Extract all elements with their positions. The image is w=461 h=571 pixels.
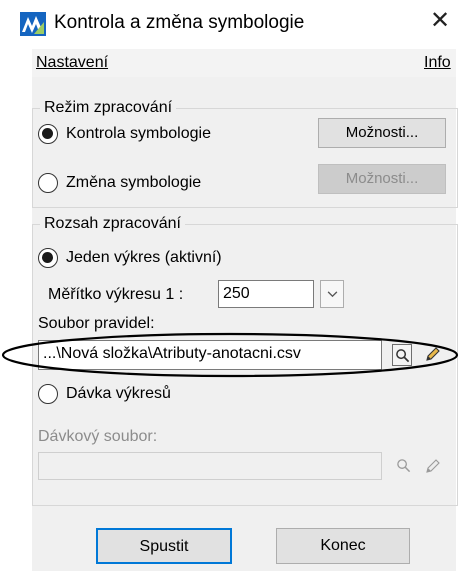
- radio-selected-dot: [42, 252, 53, 263]
- pencil-icon[interactable]: [424, 345, 442, 363]
- drawing-scale-label: Měřítko výkresu 1 :: [48, 286, 184, 303]
- radio-change-symbology-label: Změna symbologie: [66, 174, 202, 191]
- window-title: Kontrola a změna symbologie: [54, 12, 305, 33]
- batch-file-label: Dávkový soubor:: [38, 428, 158, 445]
- radio-single-drawing[interactable]: [38, 248, 58, 268]
- menu-item-info[interactable]: Info: [424, 53, 451, 73]
- processing-range-legend: Rozsah zpracování: [40, 214, 185, 234]
- run-button[interactable]: Spustit: [96, 528, 232, 564]
- drawing-scale-input[interactable]: 250: [218, 280, 314, 308]
- options-button-disabled: Možnosti...: [318, 164, 446, 194]
- radio-check-symbology-label: Kontrola symbologie: [66, 125, 211, 142]
- end-button[interactable]: Konec: [276, 528, 410, 564]
- batch-file-input: [38, 452, 382, 480]
- menu-item-settings[interactable]: Nastavení: [36, 53, 108, 73]
- rules-file-label: Soubor pravidel:: [38, 315, 155, 332]
- radio-single-drawing-label: Jeden výkres (aktivní): [66, 249, 222, 266]
- radio-change-symbology[interactable]: [38, 173, 58, 193]
- rules-browse-button[interactable]: [392, 344, 412, 366]
- magnifier-icon: [397, 459, 411, 473]
- radio-check-symbology[interactable]: [38, 124, 58, 144]
- pencil-icon: [426, 459, 440, 473]
- close-icon[interactable]: ✕: [428, 9, 452, 33]
- radio-selected-dot: [42, 128, 53, 139]
- magnifier-icon: [396, 349, 410, 363]
- rules-file-input[interactable]: ...\Nová složka\Atributy-anotacni.csv: [38, 340, 382, 370]
- chevron-down-icon: [327, 291, 338, 298]
- scale-dropdown-button[interactable]: [320, 280, 344, 308]
- radio-drawing-batch-label: Dávka výkresů: [66, 385, 171, 402]
- microstation-logo-icon: [20, 12, 46, 36]
- options-button[interactable]: Možnosti...: [318, 118, 446, 148]
- processing-mode-legend: Režim zpracování: [40, 98, 177, 118]
- radio-drawing-batch[interactable]: [38, 384, 58, 404]
